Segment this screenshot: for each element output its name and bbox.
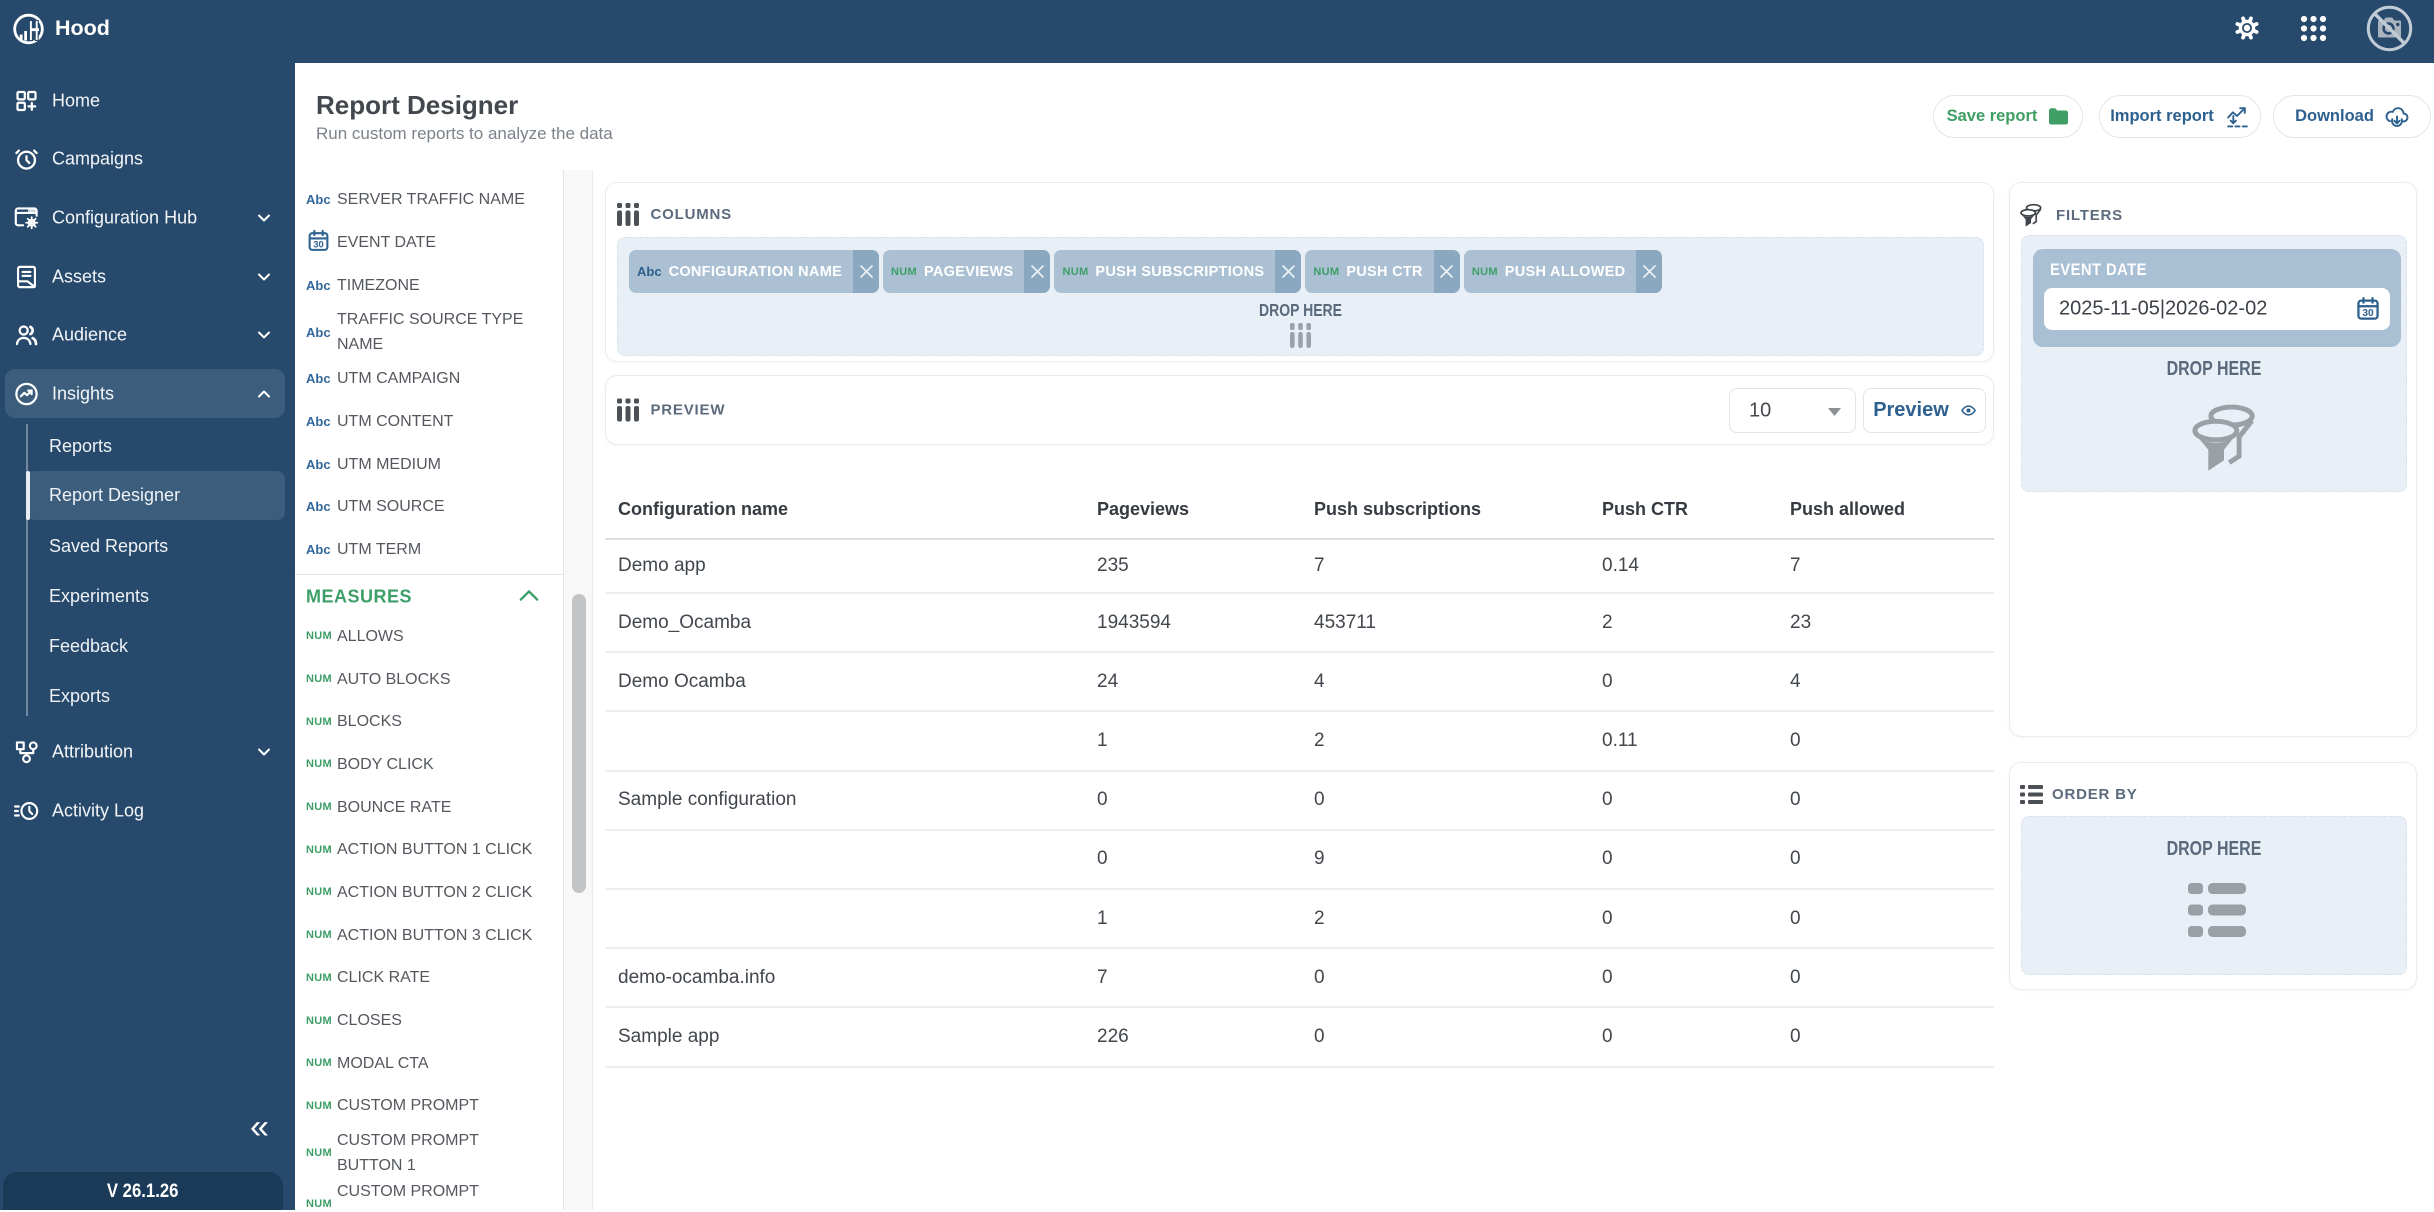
svg-text:30: 30 bbox=[313, 239, 323, 249]
svg-text:30: 30 bbox=[2362, 308, 2374, 319]
